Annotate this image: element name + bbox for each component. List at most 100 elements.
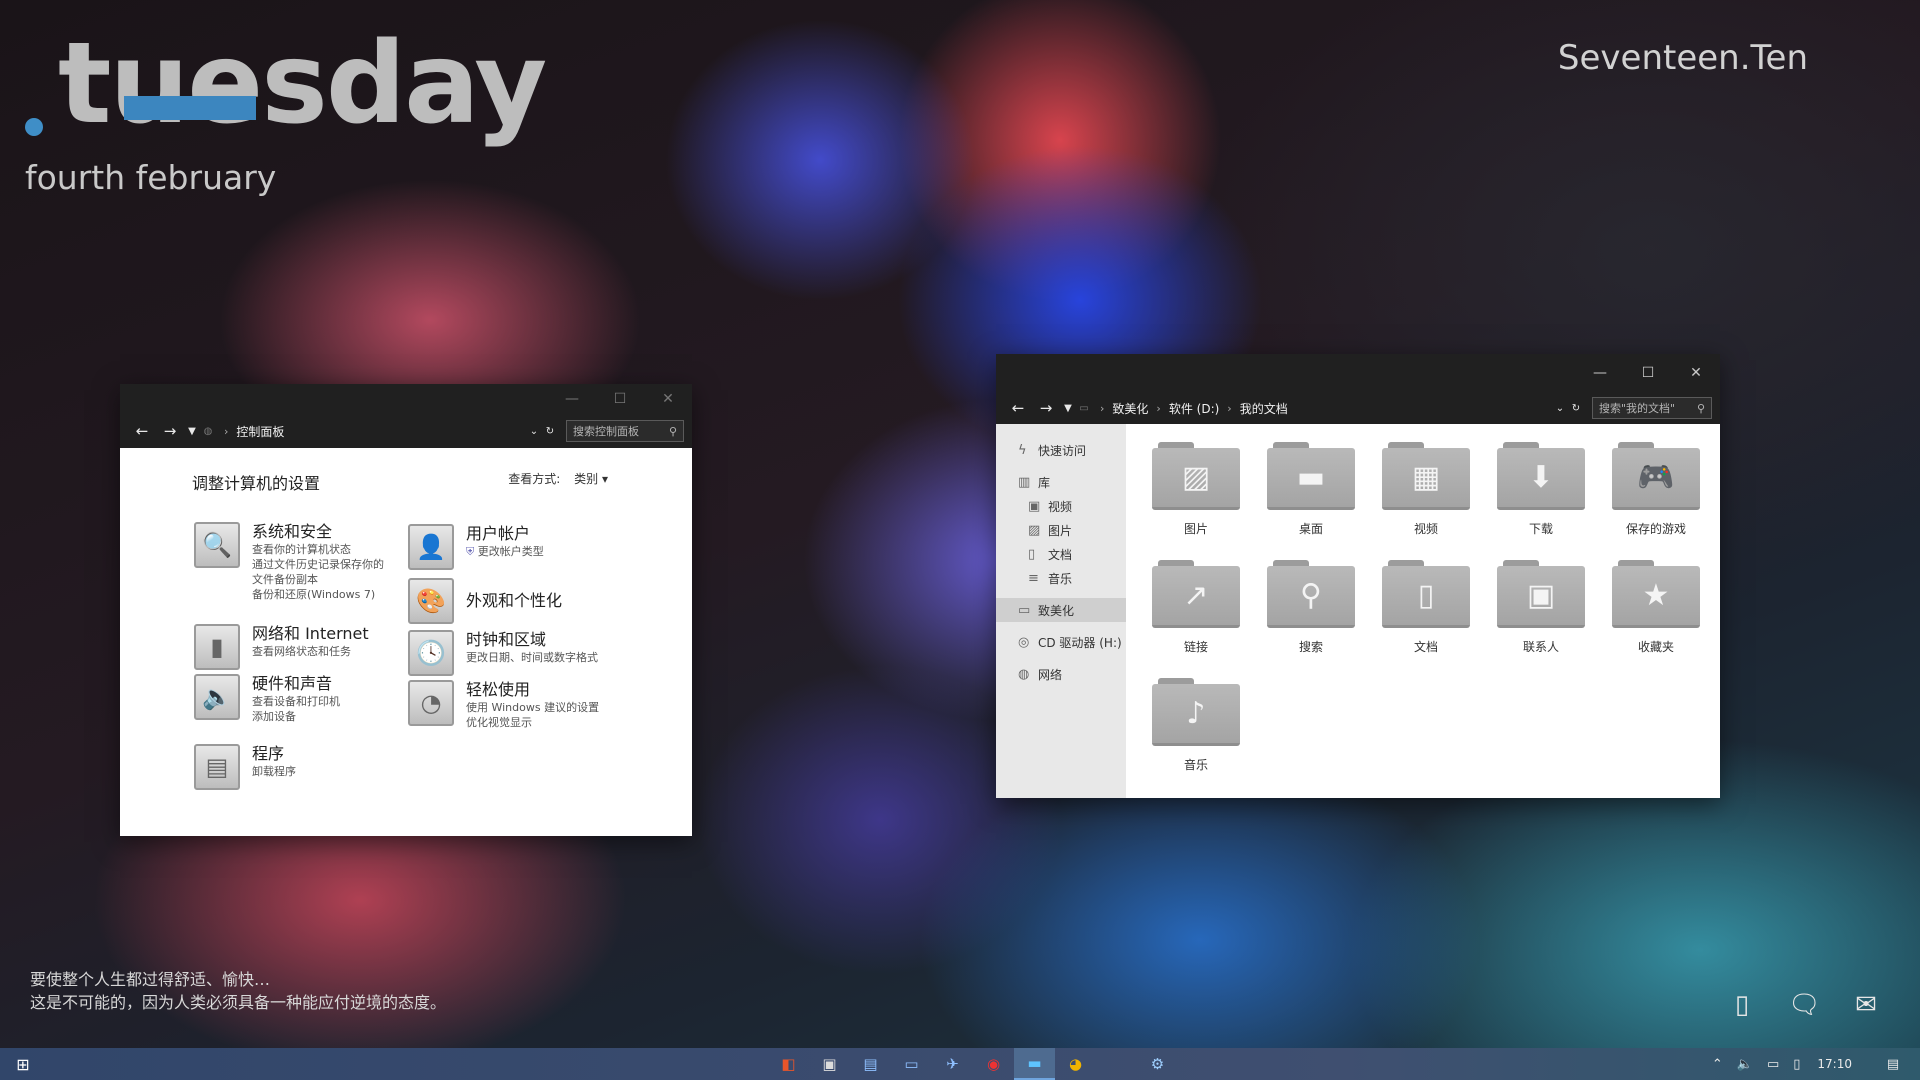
close-button[interactable]: ✕ <box>1672 354 1720 392</box>
breadcrumb-separator-icon: › <box>1227 401 1232 415</box>
user-icon: 👤 <box>408 524 454 570</box>
category-user-accounts[interactable]: 👤 用户帐户 ⛨ 更改帐户类型 <box>408 524 544 570</box>
nav-pictures[interactable]: ▨ 图片 <box>996 518 1126 542</box>
folder-item[interactable]: ↗ 链接 <box>1148 560 1244 655</box>
chevron-up-icon[interactable]: ⌃ <box>1712 1057 1723 1072</box>
category-hardware-sound[interactable]: 🔈 硬件和声音 查看设备和打印机 添加设备 <box>194 674 340 724</box>
link-arrow-icon: ↗ <box>1152 566 1240 628</box>
nav-quick-access[interactable]: ϟ 快速访问 <box>996 438 1126 462</box>
monitor-icon: ▭ <box>1018 602 1031 618</box>
maximize-button[interactable]: ☐ <box>1624 354 1672 392</box>
search-input[interactable]: 搜索控制面板 ⚲ <box>566 420 684 442</box>
category-title[interactable]: 轻松使用 <box>466 680 599 700</box>
category-link[interactable]: 查看你的计算机状态 <box>252 542 384 557</box>
battery-icon[interactable]: ▯ <box>1793 1057 1800 1072</box>
folder-item[interactable]: ▣ 联系人 <box>1493 560 1589 655</box>
back-arrow-icon[interactable]: ← <box>128 422 156 440</box>
breadcrumb-item[interactable]: 致美化 <box>1112 400 1148 417</box>
view-by-dropdown[interactable]: 类别 ▾ <box>574 472 608 486</box>
nav-music[interactable]: ≡ 音乐 <box>996 566 1126 590</box>
category-link[interactable]: 查看设备和打印机 <box>252 694 340 709</box>
category-link[interactable]: 卸载程序 <box>252 764 296 779</box>
category-system-security[interactable]: 🔍 系统和安全 查看你的计算机状态 通过文件历史记录保存你的 文件备份副本 备份… <box>194 522 384 602</box>
search-placeholder: 搜索控制面板 <box>573 425 639 438</box>
minimize-button[interactable]: — <box>548 384 596 414</box>
breadcrumb-item[interactable]: 软件 (D:) <box>1169 400 1219 417</box>
category-title[interactable]: 系统和安全 <box>252 522 384 542</box>
breadcrumb-item[interactable]: 我的文档 <box>1240 400 1288 417</box>
category-clock-region[interactable]: 🕓 时钟和区域 更改日期、时间或数字格式 <box>408 630 598 676</box>
terminal-icon[interactable]: ▭ <box>891 1048 932 1080</box>
minimize-button[interactable]: — <box>1576 354 1624 392</box>
category-link[interactable]: 添加设备 <box>252 709 340 724</box>
nav-this-pc[interactable]: ▭ 致美化 <box>996 598 1126 622</box>
category-link[interactable]: 优化视觉显示 <box>466 715 599 730</box>
nav-library[interactable]: ▥ 库 <box>996 470 1126 494</box>
folder-item[interactable]: ▨ 图片 <box>1148 442 1244 537</box>
notepad-icon[interactable]: ▤ <box>850 1048 891 1080</box>
folder-item[interactable]: ▯ 文档 <box>1378 560 1474 655</box>
chrome-icon[interactable]: ◕ <box>1055 1048 1096 1080</box>
forward-arrow-icon[interactable]: → <box>1032 399 1060 417</box>
nav-videos[interactable]: ▣ 视频 <box>996 494 1126 518</box>
folder-item[interactable]: ♪ 音乐 <box>1148 678 1244 773</box>
folder-item[interactable]: ⬇ 下载 <box>1493 442 1589 537</box>
forward-arrow-icon[interactable]: → <box>156 422 184 440</box>
category-title[interactable]: 外观和个性化 <box>466 591 562 611</box>
mail-icon[interactable]: ✉ <box>1850 990 1882 1020</box>
nav-cd-drive[interactable]: ◎ CD 驱动器 (H:) <box>996 630 1126 654</box>
folder-label: 链接 <box>1183 640 1208 654</box>
category-appearance[interactable]: 🎨 外观和个性化 <box>408 578 562 624</box>
category-link[interactable]: 使用 Windows 建议的设置 <box>466 700 599 715</box>
folder-item[interactable]: ⚲ 搜索 <box>1263 560 1359 655</box>
chevron-down-icon[interactable]: ⌄ <box>526 426 542 437</box>
category-network[interactable]: ▮ 网络和 Internet 查看网络状态和任务 <box>194 624 369 670</box>
category-link[interactable]: 文件备份副本 <box>252 572 384 587</box>
breadcrumb-separator-icon: › <box>224 424 229 438</box>
category-link[interactable]: 通过文件历史记录保存你的 <box>252 557 384 572</box>
category-title[interactable]: 网络和 Internet <box>252 624 369 644</box>
back-arrow-icon[interactable]: ← <box>1004 399 1032 417</box>
category-ease-of-access[interactable]: ◔ 轻松使用 使用 Windows 建议的设置 优化视觉显示 <box>408 680 599 730</box>
network-icon[interactable]: ▭ <box>1767 1057 1779 1072</box>
windows-start-icon[interactable]: ⊞ <box>0 1048 46 1080</box>
chat-bubble-icon[interactable]: 🗨 <box>1788 990 1821 1020</box>
folder-label: 搜索 <box>1298 640 1323 654</box>
category-title[interactable]: 用户帐户 <box>466 524 544 544</box>
close-button[interactable]: ✕ <box>644 384 692 414</box>
netease-icon[interactable]: ◉ <box>973 1048 1014 1080</box>
document-icon: ▯ <box>1028 546 1036 562</box>
folder-item[interactable]: 🎮 保存的游戏 <box>1608 442 1704 537</box>
bird-icon[interactable]: ✈ <box>932 1048 973 1080</box>
category-link[interactable]: 备份和还原(Windows 7) <box>252 587 384 602</box>
category-title[interactable]: 程序 <box>252 744 296 764</box>
folder-item[interactable]: ▦ 视频 <box>1378 442 1474 537</box>
category-title[interactable]: 硬件和声音 <box>252 674 340 694</box>
notification-icon[interactable]: ▤ <box>1873 1057 1913 1072</box>
office-icon[interactable]: ◧ <box>768 1048 809 1080</box>
volume-icon[interactable]: 🔈 <box>1737 1057 1753 1072</box>
chevron-down-icon[interactable]: ▼ <box>184 426 200 437</box>
nav-documents[interactable]: ▯ 文档 <box>996 542 1126 566</box>
refresh-icon[interactable]: ↻ <box>542 426 558 437</box>
maximize-button[interactable]: ☐ <box>596 384 644 414</box>
category-link[interactable]: 查看网络状态和任务 <box>252 644 369 659</box>
chevron-down-icon[interactable]: ▼ <box>1060 403 1076 414</box>
category-link[interactable]: ⛨ 更改帐户类型 <box>466 544 544 559</box>
phone-icon[interactable]: ▯ <box>1726 990 1758 1020</box>
breadcrumb-control-panel[interactable]: 控制面板 <box>236 423 284 440</box>
refresh-icon[interactable]: ↻ <box>1568 403 1584 414</box>
explorer-icon[interactable]: ▬ <box>1014 1048 1055 1080</box>
category-title[interactable]: 时钟和区域 <box>466 630 598 650</box>
category-link[interactable]: 更改日期、时间或数字格式 <box>466 650 598 665</box>
window-icon[interactable]: ▣ <box>809 1048 850 1080</box>
search-placeholder: 搜索"我的文档" <box>1599 402 1676 415</box>
clock[interactable]: 17:10 <box>1817 1057 1852 1071</box>
nav-network[interactable]: ◍ 网络 <box>996 662 1126 686</box>
folder-item[interactable]: ★ 收藏夹 <box>1608 560 1704 655</box>
category-programs[interactable]: ▤ 程序 卸载程序 <box>194 744 296 790</box>
search-input[interactable]: 搜索"我的文档" ⚲ <box>1592 397 1712 419</box>
chevron-down-icon[interactable]: ⌄ <box>1552 403 1568 414</box>
settings-icon[interactable]: ⚙ <box>1137 1048 1178 1080</box>
folder-item[interactable]: ▬ 桌面 <box>1263 442 1359 537</box>
